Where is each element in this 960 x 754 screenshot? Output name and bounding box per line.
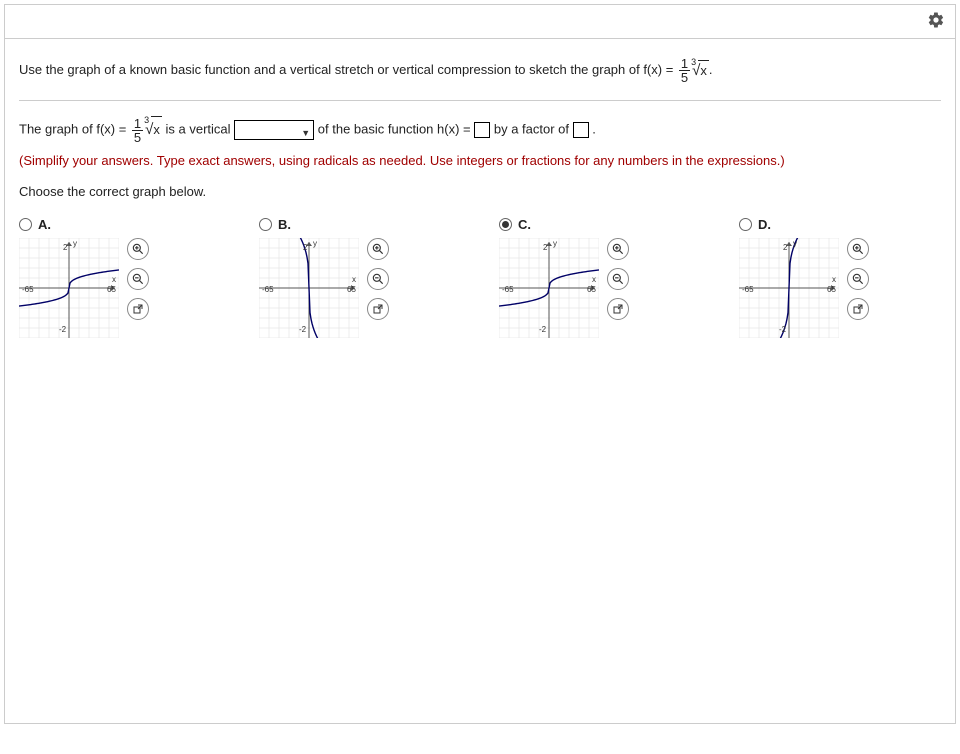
svg-text:-65: -65	[262, 285, 274, 294]
answer-line: The graph of f(x) = 1 5 3 √x is a vertic…	[19, 101, 941, 151]
popout-icon[interactable]	[847, 298, 869, 320]
zoom-out-icon[interactable]	[367, 268, 389, 290]
gear-icon[interactable]	[927, 11, 945, 32]
svg-text:y: y	[553, 239, 557, 248]
svg-text:-2: -2	[539, 325, 547, 334]
question-frame: Use the graph of a known basic function …	[4, 4, 956, 724]
svg-text:y: y	[313, 239, 317, 248]
radio-button[interactable]	[499, 218, 512, 231]
question-prefix: Use the graph of a known basic function …	[19, 62, 677, 77]
choice-B: B. -65 65 2	[259, 217, 459, 338]
question-text: Use the graph of a known basic function …	[19, 51, 941, 101]
svg-text:-65: -65	[502, 285, 514, 294]
svg-text:-2: -2	[59, 325, 67, 334]
choice-A: A. -65 65 2	[19, 217, 219, 338]
cube-root: 3 √x	[692, 59, 709, 83]
vertical-type-dropdown[interactable]	[234, 120, 314, 140]
svg-text:-2: -2	[779, 325, 787, 334]
svg-text:65: 65	[107, 285, 116, 294]
svg-text:x: x	[112, 275, 116, 284]
popout-icon[interactable]	[367, 298, 389, 320]
svg-text:y: y	[73, 239, 77, 248]
question-suffix: .	[709, 62, 713, 77]
fraction: 1 5	[679, 57, 690, 84]
svg-text:y: y	[793, 239, 797, 248]
fraction: 1 5	[132, 117, 143, 144]
zoom-in-icon[interactable]	[367, 238, 389, 260]
zoom-in-icon[interactable]	[847, 238, 869, 260]
choice-label: A.	[38, 217, 51, 232]
radio-button[interactable]	[19, 218, 32, 231]
svg-text:-65: -65	[22, 285, 34, 294]
svg-text:x: x	[592, 275, 596, 284]
toolbar	[5, 5, 955, 39]
choice-header[interactable]: A.	[19, 217, 219, 232]
choose-instruction: Choose the correct graph below.	[19, 178, 941, 213]
choice-label: B.	[278, 217, 291, 232]
zoom-out-icon[interactable]	[607, 268, 629, 290]
zoom-out-icon[interactable]	[847, 268, 869, 290]
graph-thumbnail: -65 65 2 -2 x y	[739, 238, 839, 338]
hint-text: (Simplify your answers. Type exact answe…	[19, 151, 941, 178]
graph-thumbnail: -65 65 2 -2 x y	[259, 238, 359, 338]
choice-header[interactable]: B.	[259, 217, 459, 232]
choice-D: D. -65 65 2	[739, 217, 939, 338]
graph-thumbnail: -65 65 2 -2 x y	[499, 238, 599, 338]
svg-text:x: x	[832, 275, 836, 284]
factor-input[interactable]	[573, 122, 589, 138]
svg-text:65: 65	[587, 285, 596, 294]
popout-icon[interactable]	[127, 298, 149, 320]
svg-text:-65: -65	[742, 285, 754, 294]
svg-text:2: 2	[63, 243, 68, 252]
zoom-out-icon[interactable]	[127, 268, 149, 290]
svg-text:2: 2	[543, 243, 548, 252]
choice-header[interactable]: C.	[499, 217, 699, 232]
radio-button[interactable]	[259, 218, 272, 231]
popout-icon[interactable]	[607, 298, 629, 320]
svg-text:65: 65	[827, 285, 836, 294]
choice-label: D.	[758, 217, 771, 232]
graph-thumbnail: -65 65 2 -2 x y	[19, 238, 119, 338]
svg-text:-2: -2	[299, 325, 307, 334]
zoom-in-icon[interactable]	[607, 238, 629, 260]
radio-button[interactable]	[739, 218, 752, 231]
choice-header[interactable]: D.	[739, 217, 939, 232]
choice-label: C.	[518, 217, 531, 232]
choice-C: C. -65 65 2	[499, 217, 699, 338]
hx-input[interactable]	[474, 122, 490, 138]
cube-root: 3 √x	[145, 115, 162, 145]
choices-row: A. -65 65 2	[19, 217, 941, 338]
svg-text:65: 65	[347, 285, 356, 294]
svg-text:2: 2	[303, 243, 308, 252]
svg-text:2: 2	[783, 243, 788, 252]
zoom-in-icon[interactable]	[127, 238, 149, 260]
content-area: Use the graph of a known basic function …	[5, 39, 955, 350]
svg-text:x: x	[352, 275, 356, 284]
